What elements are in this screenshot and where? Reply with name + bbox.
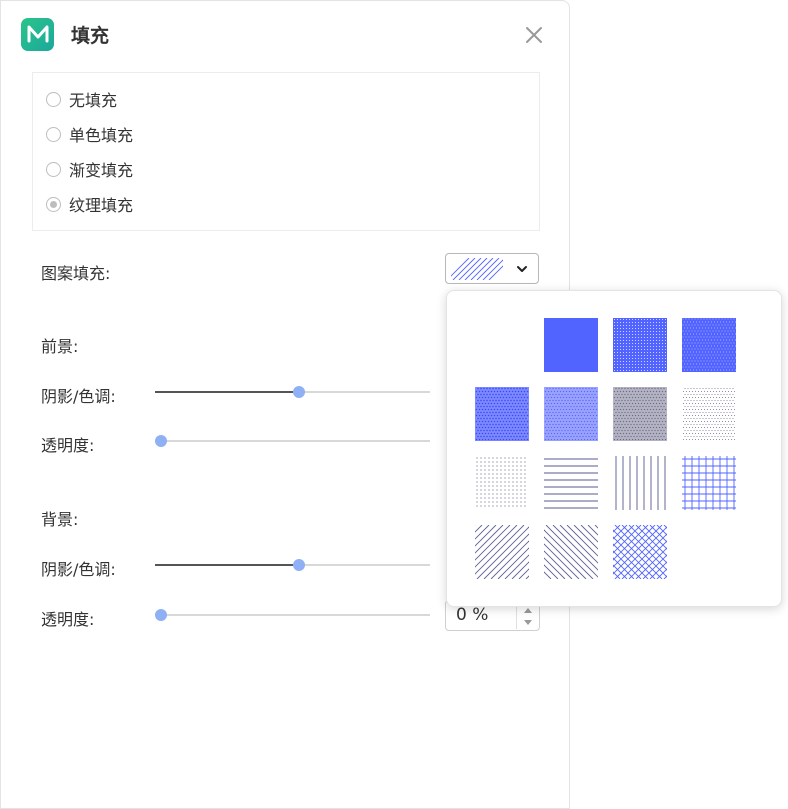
radio-no-fill[interactable]: 无填充	[46, 87, 117, 111]
fill-type-group: 无填充 单色填充 渐变填充 纹理填充	[32, 72, 540, 231]
pattern-option-diagonal-lines-back[interactable]	[544, 525, 598, 579]
mindmaster-logo-icon	[21, 17, 54, 51]
slider-thumb[interactable]	[292, 386, 305, 398]
pattern-option-dots-heavy[interactable]	[682, 318, 736, 372]
pattern-option-dots-medium[interactable]	[475, 387, 529, 441]
slider-thumb[interactable]	[155, 435, 167, 447]
radio-gradient-fill[interactable]: 渐变填充	[46, 157, 133, 181]
background-opacity-slider[interactable]	[155, 605, 430, 625]
radio-button[interactable]	[46, 91, 61, 107]
spin-down-icon[interactable]	[524, 620, 532, 625]
foreground-opacity-slider[interactable]	[155, 431, 430, 451]
radio-texture-fill[interactable]: 纹理填充	[46, 192, 133, 216]
pattern-option-dots-mid[interactable]	[544, 387, 598, 441]
pattern-picker-popup	[446, 290, 782, 607]
slider-thumb[interactable]	[292, 559, 305, 571]
foreground-opacity-label: 透明度:	[41, 436, 95, 455]
pattern-option-grid[interactable]	[682, 456, 736, 510]
pattern-option-dots-sparse[interactable]	[682, 387, 736, 441]
opacity-value[interactable]: 0 %	[456, 605, 488, 625]
radio-button-checked[interactable]	[46, 196, 61, 212]
radio-label: 单色填充	[69, 126, 134, 145]
radio-button[interactable]	[46, 126, 61, 142]
chevron-down-icon[interactable]	[515, 262, 529, 276]
foreground-shade-label: 阴影/色调:	[41, 387, 116, 406]
pattern-option-solid[interactable]	[544, 318, 598, 372]
radio-label: 纹理填充	[69, 196, 134, 215]
pattern-option-dots-dense[interactable]	[613, 318, 667, 372]
pattern-option-none[interactable]	[475, 318, 529, 372]
pattern-fill-label: 图案填充:	[41, 264, 111, 283]
slider-thumb[interactable]	[155, 609, 167, 621]
pattern-option-horizontal-lines[interactable]	[544, 456, 598, 510]
dialog-title: 填充	[71, 24, 110, 47]
close-icon[interactable]	[522, 23, 546, 47]
background-shade-slider[interactable]	[155, 555, 430, 575]
dialog-header: 填充	[21, 17, 109, 51]
background-shade-label: 阴影/色调:	[41, 560, 116, 579]
foreground-heading: 前景:	[41, 337, 79, 356]
radio-label: 无填充	[69, 91, 118, 110]
pattern-option-dots-fine[interactable]	[475, 456, 529, 510]
radio-solid-fill[interactable]: 单色填充	[46, 122, 133, 146]
spin-up-icon[interactable]	[524, 608, 532, 613]
foreground-shade-slider[interactable]	[155, 382, 430, 402]
pattern-option-dots-light[interactable]	[613, 387, 667, 441]
background-heading: 背景:	[41, 510, 79, 529]
radio-label: 渐变填充	[69, 161, 134, 180]
pattern-swatch	[451, 257, 503, 280]
background-opacity-label: 透明度:	[41, 610, 95, 629]
pattern-option-diagonal-lines-wide[interactable]	[469, 519, 535, 585]
pattern-option-diagonal-cross[interactable]	[613, 525, 667, 579]
pattern-fill-dropdown[interactable]	[445, 253, 539, 284]
radio-button[interactable]	[46, 161, 61, 177]
pattern-option-vertical-lines[interactable]	[613, 456, 667, 510]
